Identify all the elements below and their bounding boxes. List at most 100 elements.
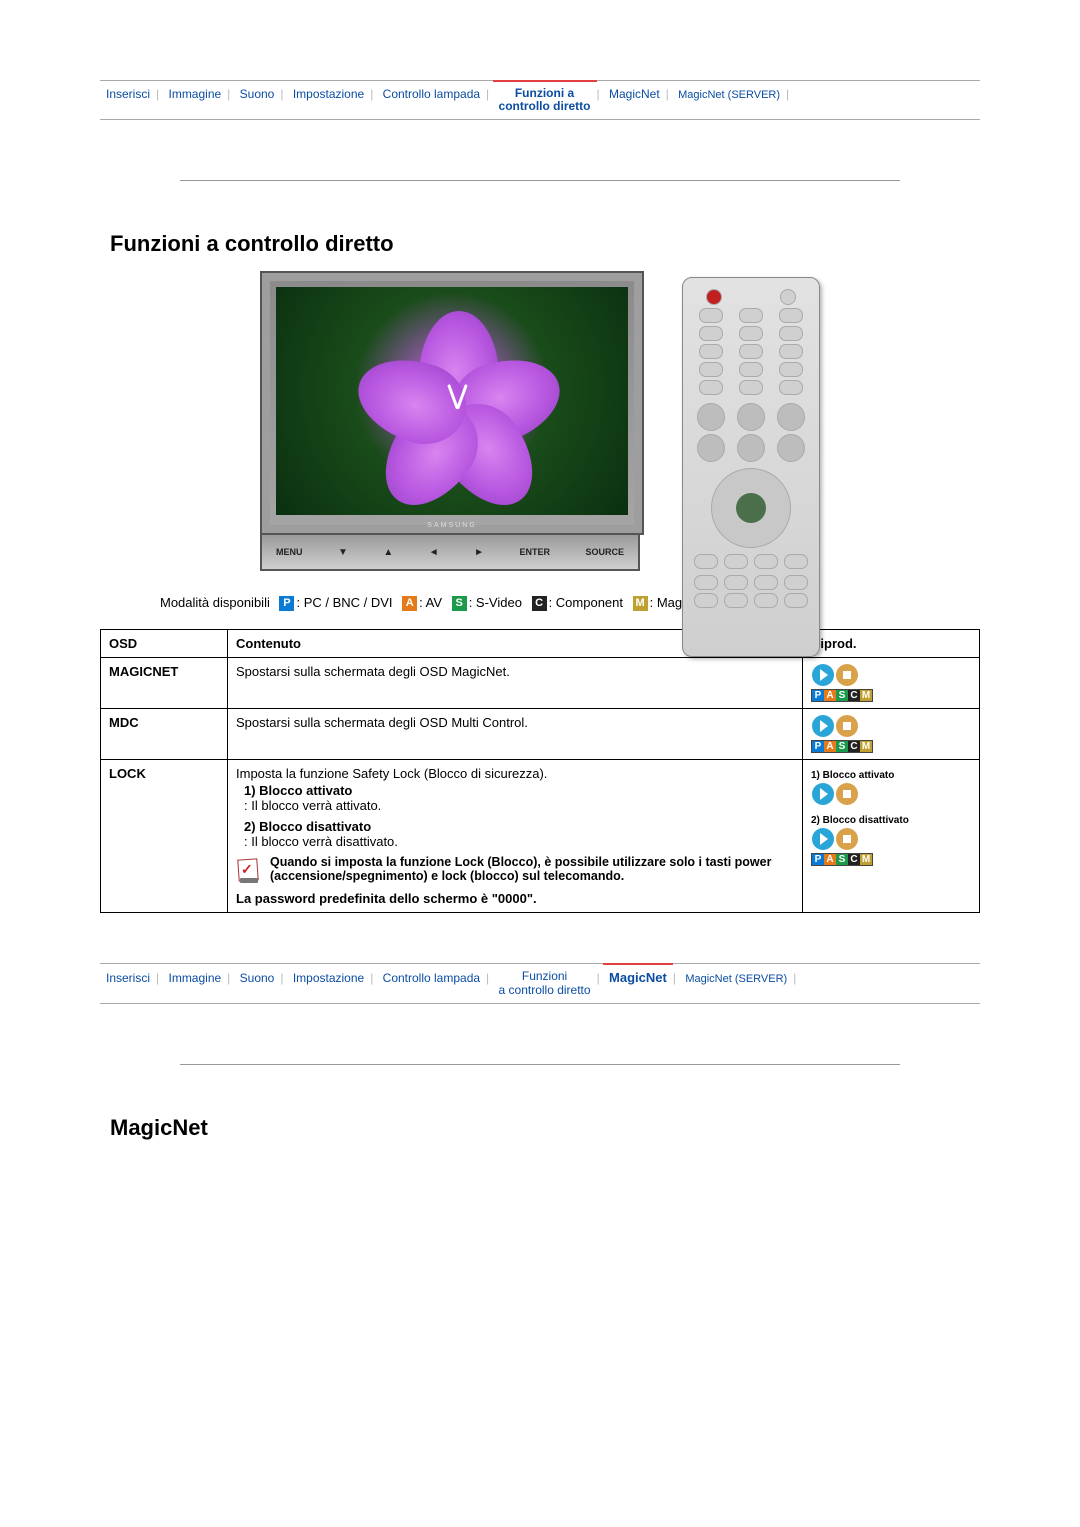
- nav-magicnet[interactable]: MagicNet: [603, 970, 673, 985]
- remote-button: [739, 308, 763, 323]
- play-icon[interactable]: [812, 783, 834, 805]
- play-icon[interactable]: [812, 715, 834, 737]
- content-lock: Imposta la funzione Safety Lock (Blocco …: [228, 760, 803, 913]
- lock-intro: Imposta la funzione Safety Lock (Blocco …: [236, 766, 794, 781]
- osd-table: OSD Contenuto Riprod. MAGICNET Spostarsi…: [100, 629, 980, 913]
- lock-opt1-desc: : Il blocco verrà attivato.: [244, 798, 381, 813]
- down-button[interactable]: ▼: [338, 547, 348, 558]
- stop-icon[interactable]: [836, 715, 858, 737]
- nav-magicnet-server[interactable]: MagicNet (SERVER): [672, 89, 786, 101]
- lock-opt1-title: 1) Blocco attivato: [244, 783, 352, 798]
- source-button[interactable]: SOURCE: [585, 547, 624, 557]
- remote-button: [694, 575, 718, 590]
- section-title-funzioni: Funzioni a controllo diretto: [110, 231, 980, 257]
- nav-inserisci[interactable]: Inserisci: [100, 971, 156, 985]
- nav-mid-line1: Funzioni: [522, 969, 567, 983]
- remote-button: [699, 362, 723, 377]
- lock-opt2-title: 2) Blocco disattivato: [244, 819, 371, 834]
- table-row: LOCK Imposta la funzione Safety Lock (Bl…: [101, 760, 980, 913]
- stop-icon[interactable]: [836, 828, 858, 850]
- nav-separator: |: [786, 87, 789, 101]
- remote-button: [724, 554, 748, 569]
- nav-suono[interactable]: Suono: [234, 87, 281, 101]
- remote-dpad: [711, 468, 791, 548]
- stop-icon[interactable]: [836, 783, 858, 805]
- nav-separator: |: [280, 971, 283, 985]
- nav-separator: |: [486, 87, 489, 101]
- note-check-icon: ✓: [236, 857, 262, 883]
- remote-button: [739, 362, 763, 377]
- remote-button: [739, 326, 763, 341]
- remote-button: [739, 380, 763, 395]
- content-magicnet: Spostarsi sulla schermata degli OSD Magi…: [228, 658, 803, 709]
- play-icon[interactable]: [812, 664, 834, 686]
- lock-password: La password predefinita dello schermo è …: [236, 891, 794, 906]
- play-icon[interactable]: [812, 828, 834, 850]
- tv-screen: [276, 287, 628, 515]
- top-nav: Inserisci| Immagine| Suono| Impostazione…: [100, 80, 980, 120]
- remote-button: [779, 308, 803, 323]
- divider: [180, 180, 900, 181]
- nav-separator: |: [280, 87, 283, 101]
- nav-separator: |: [156, 971, 159, 985]
- tv-button-bar: MENU ▼ ▲ ◄ ► ENTER SOURCE: [260, 535, 640, 571]
- nav-impostazione[interactable]: Impostazione: [287, 87, 370, 101]
- nav-immagine[interactable]: Immagine: [162, 87, 227, 101]
- riprod-mdc: PASCM: [803, 709, 980, 760]
- nav-impostazione[interactable]: Impostazione: [287, 971, 370, 985]
- remote-power-icon: [706, 289, 722, 305]
- remote-button: [697, 434, 725, 462]
- divider: [180, 1064, 900, 1065]
- mode-s-icon: S: [452, 596, 467, 611]
- nav-active-line2: controllo diretto: [499, 99, 591, 113]
- remote-button: [724, 593, 748, 608]
- nav-immagine[interactable]: Immagine: [162, 971, 227, 985]
- nav-mid-line2: a controllo diretto: [499, 983, 591, 997]
- nav-active-line1: Funzioni a: [515, 86, 574, 100]
- nav-separator: |: [597, 87, 600, 101]
- up-button[interactable]: ▲: [383, 547, 393, 558]
- remote-button: [779, 344, 803, 359]
- riprod-lock: 1) Blocco attivato 2) Blocco disattivato…: [803, 760, 980, 913]
- remote-button: [779, 380, 803, 395]
- right-button[interactable]: ►: [474, 547, 484, 558]
- flower-image: [359, 306, 559, 506]
- nav-separator: |: [597, 971, 600, 985]
- remote-button: [699, 308, 723, 323]
- pascm-badge: PASCM: [811, 853, 873, 866]
- mode-legend: Modalità disponibili P: PC / BNC / DVI A…: [160, 595, 980, 611]
- riprod-opt2-label: 2) Blocco disattivato: [811, 815, 971, 826]
- remote-button: [699, 326, 723, 341]
- left-button[interactable]: ◄: [429, 547, 439, 558]
- th-osd: OSD: [101, 630, 228, 658]
- remote-button: [784, 593, 808, 608]
- remote-button: [724, 575, 748, 590]
- remote-button: [754, 554, 778, 569]
- riprod-opt1-label: 1) Blocco attivato: [811, 770, 971, 781]
- nav-magicnet[interactable]: MagicNet: [603, 87, 666, 101]
- mode-c-icon: C: [532, 596, 547, 611]
- nav-magicnet-server[interactable]: MagicNet (SERVER): [679, 973, 793, 985]
- nav-controllo-lampada[interactable]: Controllo lampada: [377, 971, 486, 985]
- remote-button: [777, 403, 805, 431]
- stop-icon[interactable]: [836, 664, 858, 686]
- table-row: MAGICNET Spostarsi sulla schermata degli…: [101, 658, 980, 709]
- mode-m-icon: M: [633, 596, 648, 611]
- osd-mdc: MDC: [101, 709, 228, 760]
- lock-note: Quando si imposta la funzione Lock (Bloc…: [270, 855, 794, 883]
- osd-lock: LOCK: [101, 760, 228, 913]
- nav-suono[interactable]: Suono: [234, 971, 281, 985]
- menu-button[interactable]: MENU: [276, 547, 303, 557]
- enter-button[interactable]: ENTER: [519, 547, 550, 557]
- remote-button: [780, 289, 796, 305]
- nav-controllo-lampada[interactable]: Controllo lampada: [377, 87, 486, 101]
- nav-funzioni-controllo-diretto[interactable]: Funzioni a controllo diretto: [493, 87, 597, 113]
- nav-funzioni-controllo-diretto[interactable]: Funzioni a controllo diretto: [493, 970, 597, 996]
- table-header-row: OSD Contenuto Riprod.: [101, 630, 980, 658]
- remote-button: [779, 326, 803, 341]
- remote-button: [699, 344, 723, 359]
- legend-s-text: : S-Video: [469, 595, 522, 610]
- nav-separator: |: [666, 87, 669, 101]
- nav-inserisci[interactable]: Inserisci: [100, 87, 156, 101]
- section-title-magicnet: MagicNet: [110, 1115, 980, 1141]
